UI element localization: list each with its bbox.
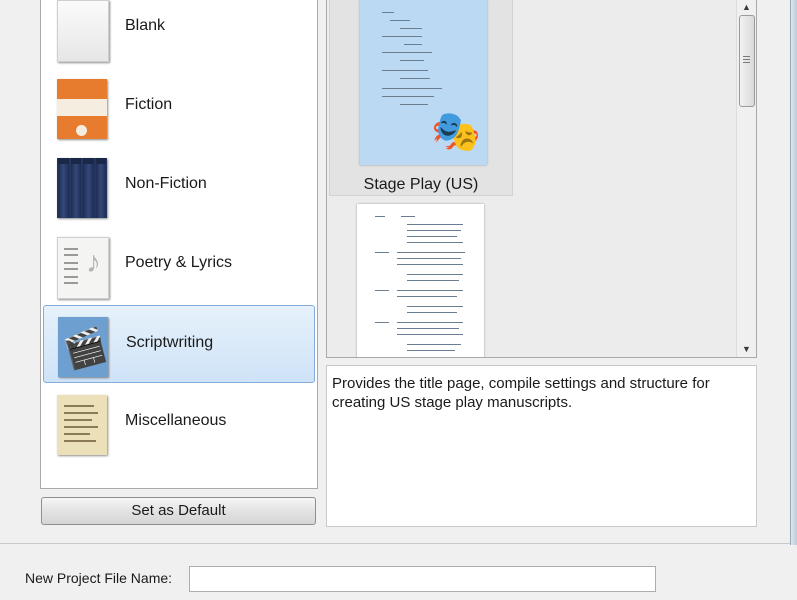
category-item-non-fiction[interactable]: Non-Fiction <box>43 147 313 223</box>
blank-page-icon <box>57 0 109 62</box>
template-thumbnail: 🎭 <box>360 0 487 165</box>
template-scrollbar[interactable]: ▲ ▼ <box>736 0 756 357</box>
category-list: Blank Fiction Non-Fiction ♪ Poetry & Lyr… <box>40 0 318 489</box>
category-label: Poetry & Lyrics <box>125 254 232 271</box>
category-label: Blank <box>125 17 166 34</box>
template-name: Stage Play (US) <box>363 176 479 193</box>
fiction-book-icon <box>57 79 107 139</box>
category-item-blank[interactable]: Blank <box>43 0 313 65</box>
category-label: Miscellaneous <box>125 412 227 429</box>
category-label: Fiction <box>125 96 173 113</box>
category-label: Scriptwriting <box>126 334 214 351</box>
non-fiction-books-icon <box>57 158 107 218</box>
template-card-screenplay[interactable] <box>357 204 484 357</box>
clapperboard-icon: 🎬 <box>58 317 111 377</box>
category-item-poetry[interactable]: ♪ Poetry & Lyrics <box>43 226 313 302</box>
scroll-thumb[interactable] <box>739 15 755 107</box>
template-grid: 🎭 Stage Play (US) ▲ ▼ <box>326 0 757 358</box>
theatre-masks-icon: 🎭 <box>431 110 481 154</box>
file-name-label: New Project File Name: <box>25 570 173 586</box>
poetry-note-icon: ♪ <box>57 237 109 299</box>
template-card-stage-play[interactable]: 🎭 Stage Play (US) <box>329 0 513 196</box>
template-description: Provides the title page, compile setting… <box>326 365 757 527</box>
scroll-up-icon[interactable]: ▲ <box>737 0 756 15</box>
category-item-fiction[interactable]: Fiction <box>43 68 313 144</box>
miscellaneous-page-icon <box>57 395 107 455</box>
scroll-down-icon[interactable]: ▼ <box>737 341 756 357</box>
description-text: Provides the title page, compile setting… <box>332 375 710 411</box>
file-name-input[interactable] <box>189 566 656 592</box>
set-as-default-button[interactable]: Set as Default <box>41 497 316 525</box>
divider <box>0 543 790 544</box>
window-frame-edge <box>790 0 797 545</box>
category-item-scriptwriting[interactable]: 🎬 Scriptwriting <box>43 305 315 383</box>
category-label: Non-Fiction <box>125 175 207 192</box>
category-item-miscellaneous[interactable]: Miscellaneous <box>43 384 313 460</box>
